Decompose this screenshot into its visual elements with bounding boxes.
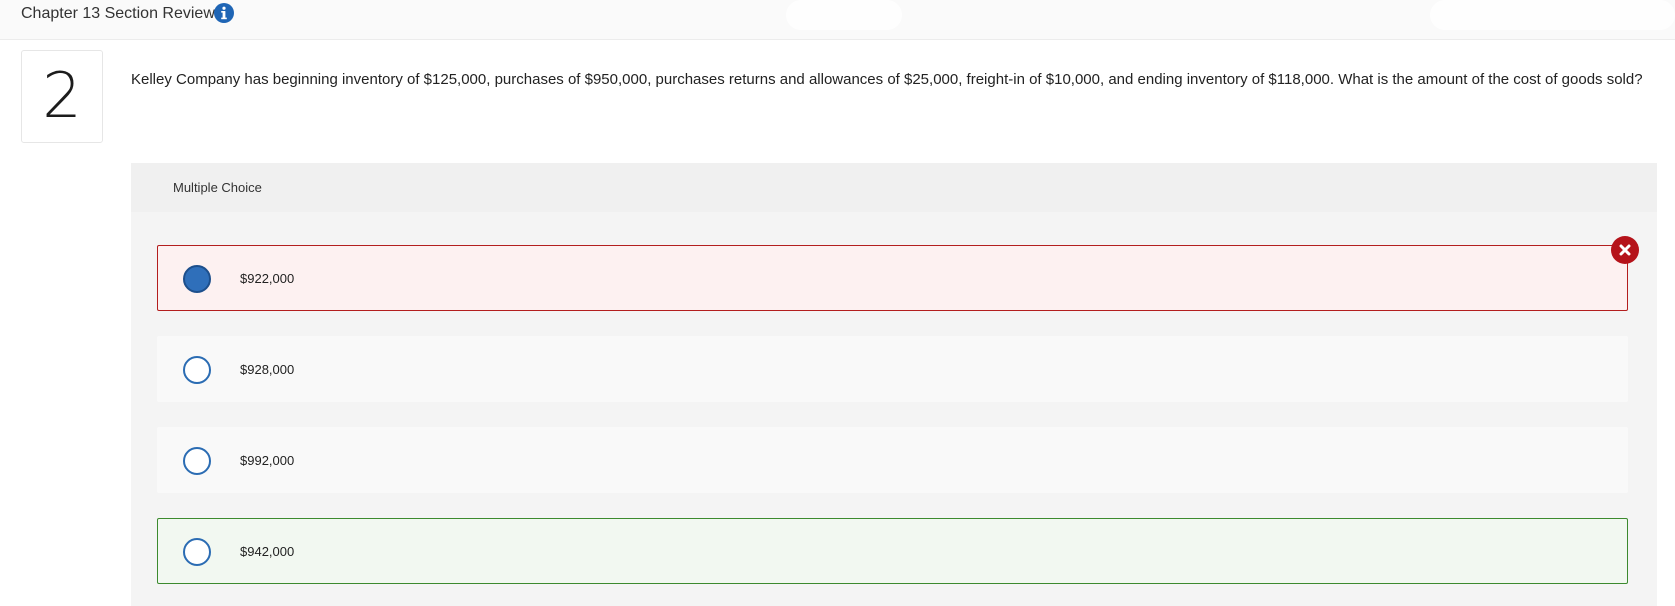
header-blurred-region [786, 0, 902, 30]
question-type-label: Multiple Choice [173, 180, 262, 195]
question-number-box: 2 [21, 50, 103, 143]
answer-option-label: $928,000 [240, 362, 295, 377]
radio-button[interactable] [183, 538, 211, 566]
answer-option-label: $922,000 [240, 271, 295, 286]
answer-option[interactable]: $992,000 [157, 427, 1628, 493]
answer-option[interactable]: $928,000 [157, 336, 1628, 402]
radio-button[interactable] [183, 447, 211, 475]
answer-option-label: $992,000 [240, 453, 295, 468]
info-glyph [221, 6, 227, 20]
radio-button-selected[interactable] [183, 265, 211, 293]
header-blurred-region [1430, 0, 1675, 30]
assignment-title: Chapter 13 Section Review [21, 5, 215, 22]
question-type-header: Multiple Choice [131, 163, 1657, 212]
answer-option[interactable]: $942,000 [157, 518, 1628, 584]
answer-area: Multiple Choice $922,000 $928,000 $992,0… [131, 163, 1657, 606]
info-icon[interactable] [214, 3, 234, 23]
close-icon [1611, 236, 1639, 264]
answer-option-label: $942,000 [240, 544, 295, 559]
page: Chapter 13 Section Review 2 Kelley Compa… [0, 0, 1675, 606]
answer-option[interactable]: $922,000 [157, 245, 1628, 311]
question-number: 2 [42, 59, 82, 132]
question-prompt: Kelley Company has beginning inventory o… [131, 71, 1643, 88]
radio-button[interactable] [183, 356, 211, 384]
header-bar: Chapter 13 Section Review [0, 0, 1675, 40]
incorrect-x-glyph [1619, 244, 1631, 256]
